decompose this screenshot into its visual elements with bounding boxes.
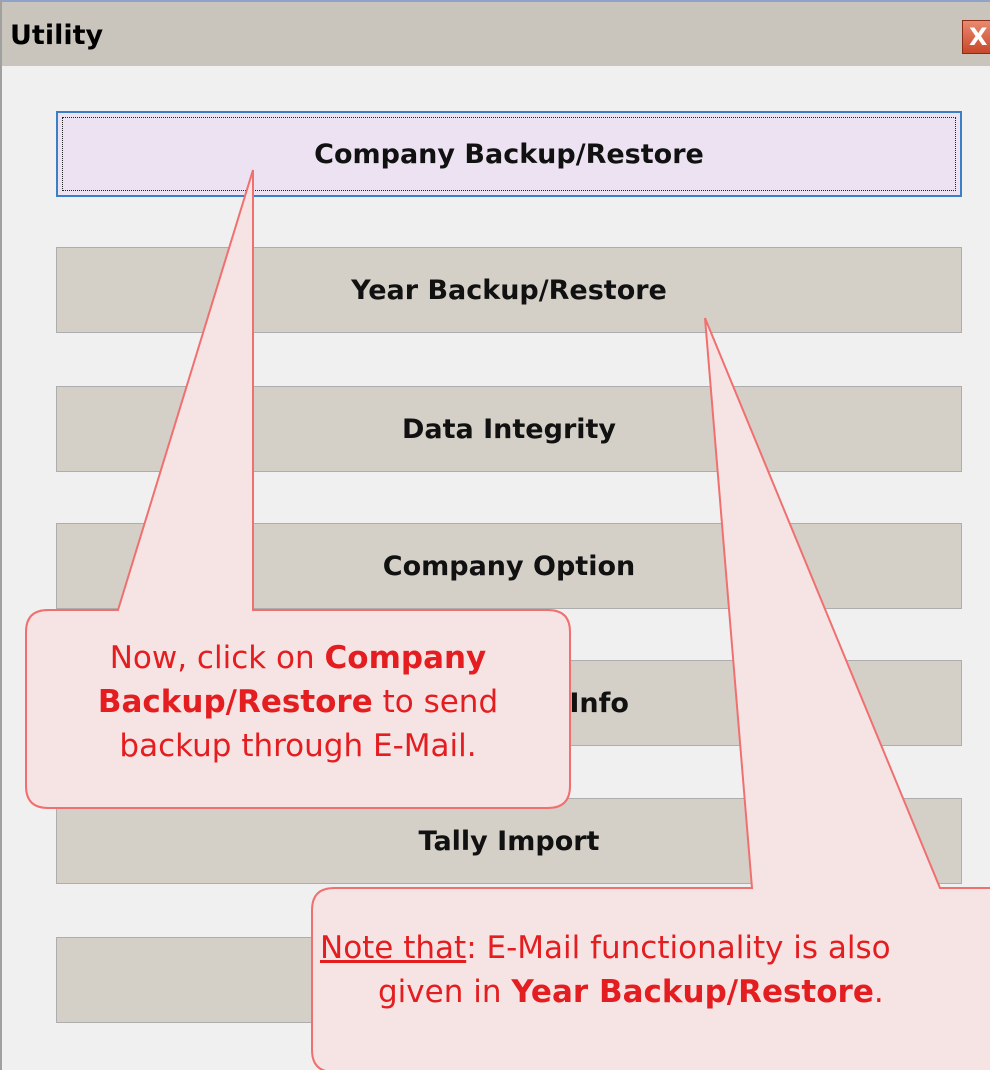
callouts-overlay	[25, 169, 990, 1070]
callout-2-text: Note that: E-Mail functionality is also …	[320, 930, 891, 1010]
callout-1-text: Now, click on Company Backup/Restore to …	[97, 640, 499, 764]
